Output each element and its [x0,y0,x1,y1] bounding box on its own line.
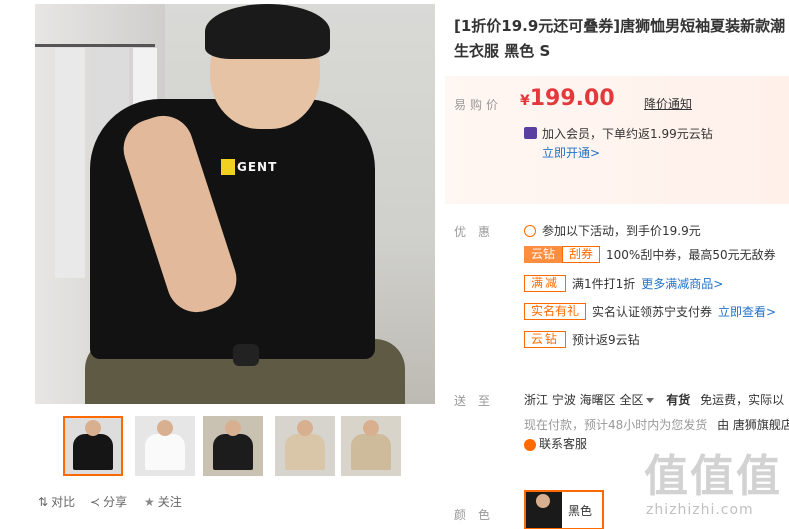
share-label: 分享 [103,495,128,509]
product-title: [1折价19.9元还可叠券]唐狮恤男短袖夏装新款潮生衣服 黑色 S [454,17,786,60]
shirt-logo-text: GENT [237,160,278,174]
shipping-label: 送至 [454,394,503,408]
promo-row-1-text: 100%刮中券，最高50元无敌券 [606,248,776,262]
compare-icon: ⇅ [38,494,49,509]
clothes-rack [35,44,155,47]
follow-button[interactable]: ★ 关注 [144,493,182,510]
hanging-cloth [55,48,85,278]
promo-row-2-text: 满1件打1折 [572,277,636,291]
vip-open-link[interactable]: 立即开通> [542,144,600,161]
stock-status: 有货 [666,393,691,407]
promo-row-3: 实名有礼 实名认证领苏宁支付券 立即查看> [524,303,776,320]
tag-scratch: 刮券 [562,246,601,263]
watermark-logo: 值值值 [644,451,782,502]
shop-source: 由 唐狮旗舰店 [717,418,789,432]
compare-button[interactable]: ⇅ 对比 [38,493,75,510]
activity-icon [524,224,536,237]
tag-realname: 实名有礼 [524,303,587,320]
star-icon: ★ [144,494,155,509]
service-icon [524,438,536,451]
service-text: 联系客服 [539,437,588,451]
vip-text: 加入会员，下单约返1.99元云钻 [542,127,713,141]
color-swatch [526,492,562,528]
price-notice-link[interactable]: 降价通知 [644,95,692,112]
price-number: 199.00 [529,86,615,111]
price-value: ¥199.00 [520,86,615,111]
customer-service[interactable]: 联系客服 [524,435,587,452]
main-product-image[interactable]: GENT [35,4,435,404]
watermark: 值值值 zhizhizhi.com [640,440,789,529]
promo-row-4: 云钻 预计返9云钻 [524,331,640,348]
thumbnail-5[interactable] [341,416,401,476]
watermark-url: zhizhizhi.com [646,502,754,518]
delivery-row: 现在付款，预计48小时内为您发货 由 唐狮旗舰店 [524,416,789,433]
thumbnail-2[interactable] [135,416,195,476]
currency-symbol: ¥ [520,93,530,109]
share-button[interactable]: ≺ 分享 [90,493,127,510]
promo-row-3-text: 实名认证领苏宁支付券 [592,305,713,319]
view-now-link[interactable]: 立即查看> [718,303,776,320]
model-watch [233,344,259,366]
promo-row-4-text: 预计返9云钻 [572,333,640,347]
promo-activity: 参加以下活动，到手价19.9元 [524,222,701,239]
model-hair [205,4,330,59]
promo-activity-text: 参加以下活动，到手价19.9元 [542,224,701,238]
compare-label: 对比 [51,495,76,509]
thumbnail-3[interactable] [203,416,263,476]
thumbnail-1[interactable] [63,416,123,476]
thumbnail-4[interactable] [275,416,335,476]
shipping-row: 浙江 宁波 海曙区 全区 有货 免运费，实际以 [524,391,784,408]
price-label: 易购价 [454,98,503,112]
promo-row-1: 云钻 刮券 100%刮中券，最高50元无敌券 [524,246,776,263]
location-selector[interactable]: 浙江 宁波 海曙区 全区 [524,393,655,407]
shirt-logo-mark [221,159,235,175]
share-icon: ≺ [90,494,101,509]
delivery-text: 现在付款，预计48小时内为您发货 [524,418,708,432]
promo-label: 优惠 [454,225,503,239]
color-option-label: 黑色 [568,503,593,518]
thumbnail-strip [63,416,413,478]
tag-yunzuan: 云钻 [524,246,563,263]
tag-discount: 满减 [524,275,567,292]
color-option-black[interactable]: 黑色 [524,490,604,529]
vip-icon [524,127,537,139]
promo-row-2: 满减 满1件打1折 更多满减商品> [524,275,723,292]
chevron-down-icon [646,398,655,403]
freight-text: 免运费，实际以 [700,393,785,407]
location-text: 浙江 宁波 海曙区 全区 [524,393,644,407]
tag-yunzuan-2: 云钻 [524,331,567,348]
follow-label: 关注 [157,495,182,509]
more-discount-link[interactable]: 更多满减商品> [641,275,723,292]
color-label: 颜色 [454,508,503,522]
